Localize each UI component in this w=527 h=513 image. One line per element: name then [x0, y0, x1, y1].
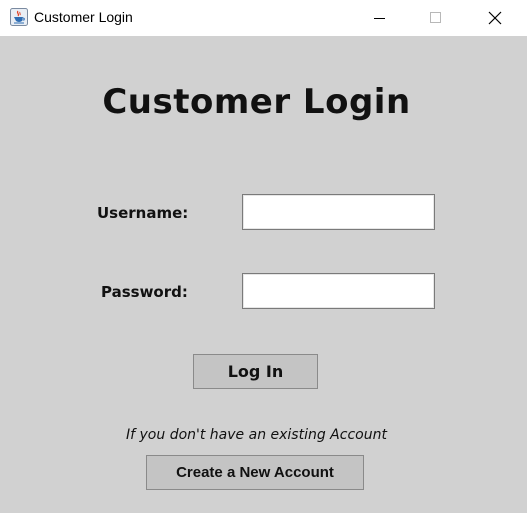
no-account-hint: If you don't have an existing Account — [126, 427, 387, 443]
login-button[interactable]: Log In — [193, 354, 318, 389]
login-panel: Customer Login Username: Password: Log I… — [0, 36, 527, 513]
java-cup-icon — [10, 8, 28, 26]
password-field[interactable] — [242, 273, 435, 309]
minimize-button[interactable] — [357, 0, 403, 36]
page-title: Customer Login — [102, 82, 411, 122]
close-icon — [488, 11, 502, 25]
maximize-icon — [430, 12, 441, 23]
username-label: Username: — [97, 204, 189, 222]
window-titlebar: Customer Login — [0, 0, 527, 36]
close-button[interactable] — [472, 0, 518, 36]
username-field[interactable] — [242, 194, 435, 230]
maximize-button[interactable] — [413, 0, 459, 36]
create-account-button[interactable]: Create a New Account — [146, 455, 364, 490]
window-title: Customer Login — [34, 9, 133, 25]
password-label: Password: — [101, 283, 188, 301]
minimize-icon — [374, 18, 385, 19]
